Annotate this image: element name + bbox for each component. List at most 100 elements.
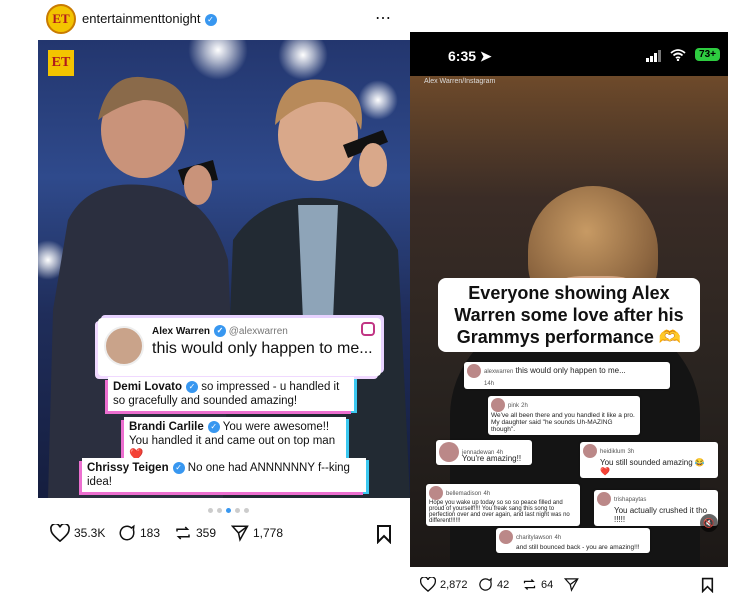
avatar xyxy=(499,530,513,544)
comment-author-name: Chrissy Teigen xyxy=(87,462,169,474)
avatar xyxy=(467,364,481,378)
comment-author-name: charitylawson xyxy=(516,534,553,541)
repost-count: 359 xyxy=(196,526,217,540)
share-button[interactable]: 1,778 xyxy=(231,524,283,542)
comment-text: and still bounced back - you are amazing… xyxy=(516,544,640,551)
avatar xyxy=(583,444,597,458)
left-post: ET entertainmenttonight ✓ ⋯ ET Alex Warr… xyxy=(38,0,410,607)
post-actions: 2,872 42 64 xyxy=(410,577,728,597)
verified-icon: ✓ xyxy=(204,14,217,26)
send-icon xyxy=(231,525,249,542)
share-button[interactable] xyxy=(564,577,579,592)
verified-icon: ✓ xyxy=(207,421,220,433)
comment-author-name: Alex Warren xyxy=(152,326,210,337)
comment-time: 4h xyxy=(483,490,491,497)
like-count: 35.3K xyxy=(74,526,106,540)
right-post: 6:35 ➤ 73+ Alex Warren/Instagram Everyon… xyxy=(410,32,728,607)
wifi-icon xyxy=(670,49,686,61)
bookmark-button[interactable] xyxy=(701,577,714,596)
comment-text: Hope you wake up today so so so peace fi… xyxy=(429,500,570,524)
comment-author-name: Brandi Carlile xyxy=(129,421,204,433)
like-count: 2,872 xyxy=(440,578,468,591)
verified-icon: ✓ xyxy=(213,325,226,337)
share-count: 1,778 xyxy=(253,526,284,540)
account-avatar[interactable]: ET xyxy=(46,4,76,34)
account-name[interactable]: entertainmenttonight ✓ xyxy=(82,11,217,26)
comment-author-name: Demi Lovato xyxy=(113,381,183,393)
carousel-dot xyxy=(208,508,213,513)
heart-icon xyxy=(420,577,436,592)
comment-card: bellemadison 4h Hope you wake up today so… xyxy=(426,484,580,526)
avatar xyxy=(491,398,505,412)
signal-icon xyxy=(646,50,661,62)
carousel-dot xyxy=(217,508,222,513)
repost-icon xyxy=(523,579,536,590)
heart-icon xyxy=(50,524,70,542)
avatar xyxy=(104,326,144,366)
comment-author-name: alexwarren xyxy=(484,368,514,375)
carousel-dots xyxy=(208,508,249,513)
bookmark-icon xyxy=(701,577,714,594)
comment-card-alexwarren: Alex Warren ✓ @alexwarren this would only… xyxy=(98,318,381,376)
comment-author-name: trishapaytas xyxy=(614,496,647,503)
comment-card: charitylawson 4h and still bounced back -… xyxy=(496,528,650,553)
comment-card-chrissy: Chrissy Teigen ✓ No one had ANNNNNNY f--k… xyxy=(82,458,366,492)
comment-author: Alex Warren ✓ @alexwarren xyxy=(152,325,288,337)
comment-icon xyxy=(479,577,492,591)
account-name-text[interactable]: entertainmenttonight xyxy=(82,11,201,26)
comment-author-name: heidiklum xyxy=(600,448,626,455)
post-image[interactable]: ET Alex Warren ✓ @alexwarren this would o… xyxy=(38,40,410,498)
comment-text: You still sounded amazing 😂 ❤️ xyxy=(600,458,705,476)
comment-icon xyxy=(119,524,135,541)
location-arrow-icon: ➤ xyxy=(479,48,492,64)
status-bar: 6:35 ➤ 73+ xyxy=(410,32,728,76)
comment-text: You're amazing!! xyxy=(462,454,522,463)
avatar xyxy=(429,486,443,500)
repost-icon xyxy=(176,526,190,540)
bookmark-icon xyxy=(377,525,391,545)
comment-button[interactable]: 42 xyxy=(478,577,509,592)
comment-text: this would only happen to me... xyxy=(515,365,626,375)
comment-author-name: bellemadison xyxy=(446,490,482,497)
comment-time: 2h xyxy=(521,402,528,409)
battery-indicator: 73+ xyxy=(695,48,720,61)
comment-card: alexwarren this would only happen to me.… xyxy=(464,362,670,389)
status-time-text: 6:35 xyxy=(448,48,477,64)
comment-count: 183 xyxy=(140,526,161,540)
carousel-dot xyxy=(235,508,240,513)
comment-text: this would only happen to me... xyxy=(152,340,373,357)
repost-button[interactable]: 359 xyxy=(174,524,216,542)
comment-time: 14h xyxy=(484,381,495,387)
comment-count: 42 xyxy=(497,578,510,591)
verified-icon: ✓ xyxy=(186,381,199,393)
avatar xyxy=(439,442,459,462)
post-actions: 35.3K 183 359 1,778 xyxy=(38,524,410,546)
comment-time: 4h xyxy=(554,534,562,541)
like-button[interactable]: 2,872 xyxy=(420,577,468,592)
comment-time: 3h xyxy=(627,448,635,455)
comment-card-demi: Demi Lovato ✓ so impressed - u handled it… xyxy=(108,377,354,411)
send-icon xyxy=(564,578,579,592)
photo-credit: Alex Warren/Instagram xyxy=(424,78,496,85)
bookmark-button[interactable] xyxy=(376,524,392,547)
mute-icon[interactable]: 🔇 xyxy=(700,514,718,532)
comment-handle: @alexwarren xyxy=(228,326,288,337)
overlay-caption: Everyone showing Alex Warren some love a… xyxy=(438,278,700,352)
carousel-dot-active xyxy=(226,508,231,513)
phone-screenshot: 6:35 ➤ 73+ Alex Warren/Instagram Everyon… xyxy=(410,32,728,567)
repost-button[interactable]: 64 xyxy=(522,577,553,592)
comment-card: jennadewan 4h You're amazing!! xyxy=(436,440,532,465)
instagram-icon xyxy=(361,322,375,336)
comment-text: We've all been there and you handled it … xyxy=(491,412,635,433)
verified-icon: ✓ xyxy=(172,462,185,474)
post-header: ET entertainmenttonight ✓ ⋯ xyxy=(38,0,410,38)
comment-author-name: pink xyxy=(508,402,520,409)
comment-card: heidiklum 3h You still sounded amazing 😂 … xyxy=(580,442,718,478)
like-button[interactable]: 35.3K xyxy=(50,524,105,542)
comment-button[interactable]: 183 xyxy=(118,524,160,542)
carousel-dot xyxy=(244,508,249,513)
more-options-icon[interactable]: ⋯ xyxy=(375,8,392,28)
repost-count: 64 xyxy=(541,578,554,591)
status-time: 6:35 ➤ xyxy=(448,48,492,65)
avatar xyxy=(597,492,611,506)
